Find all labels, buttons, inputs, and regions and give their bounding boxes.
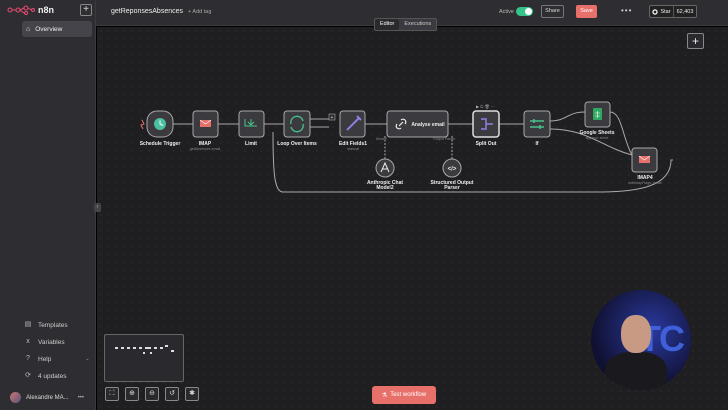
node-google-sheets[interactable]: Google Sheets append: sheet [579, 101, 615, 140]
sidebar-item-label: Help [38, 355, 52, 363]
n8n-logo-icon [7, 5, 35, 15]
node-limit[interactable]: Limit [238, 110, 265, 147]
editor-tabs: Editor Executions [374, 18, 438, 31]
svg-text:+: + [331, 115, 334, 121]
node-label: If [535, 141, 538, 147]
chevron-down-icon: ⌄ [85, 356, 90, 362]
more-icon[interactable]: ••• [78, 395, 84, 401]
minimap[interactable] [104, 334, 184, 382]
zoom-in-button[interactable]: ⊕ [125, 387, 139, 401]
minimap-preview [115, 345, 174, 354]
node-subtitle: append: sheet [586, 136, 609, 140]
node-label: Analyse email [411, 122, 445, 128]
sidebar-item-templates[interactable]: ▤ Templates [24, 321, 68, 329]
lightning-icon [140, 119, 145, 130]
node-schedule-trigger[interactable]: Schedule Trigger [140, 110, 181, 147]
github-icon [652, 8, 659, 15]
active-toggle[interactable] [516, 7, 533, 16]
svg-text:▶ ⏻ 🗑 ⋯: ▶ ⏻ 🗑 ⋯ [476, 104, 495, 109]
node-structured-output-parser[interactable]: </> Structured Output Parser [430, 158, 474, 191]
reset-zoom-button[interactable]: ↺ [165, 387, 179, 401]
logo-text: n8n [38, 5, 55, 15]
node-if[interactable]: If [523, 110, 551, 147]
help-icon: ? [26, 355, 30, 362]
tidy-up-button[interactable]: ✱ [185, 387, 199, 401]
node-label: Parser [444, 185, 460, 191]
workflow-name[interactable]: getReponsesAbsences [111, 8, 183, 15]
user-menu[interactable]: Alexandre MA... ••• [10, 392, 84, 403]
sidebar-item-label: Overview [35, 25, 63, 33]
zoom-out-button[interactable]: ⊖ [145, 387, 159, 401]
sidebar: n8n + ⌂ Overview ▤ Templates x Variables… [0, 0, 96, 410]
workflow-graph: Model* Output Parser Schedule Trigger IM… [140, 101, 673, 193]
node-subtitle: manual [347, 147, 359, 151]
node-loop-over-items[interactable]: Loop Over Items + [277, 110, 336, 147]
tab-editor[interactable]: Editor [375, 19, 400, 30]
sidebar-item-overview[interactable]: ⌂ Overview [22, 21, 92, 37]
variables-icon: x [26, 338, 30, 345]
sidebar-item-updates[interactable]: ⟳ 4 updates [24, 372, 67, 380]
node-split-out[interactable]: Split Out ▶ ⏻ 🗑 ⋯ [472, 104, 500, 147]
node-label: Model2 [376, 185, 393, 191]
connection [549, 111, 586, 122]
node-subtitle: editImapFlags: email [628, 181, 661, 185]
home-icon: ⌂ [26, 25, 31, 33]
svg-text:</>: </> [448, 167, 457, 173]
webcam-overlay: TC [591, 290, 691, 390]
presenter-body [605, 352, 667, 390]
sidebar-item-label: Variables [38, 338, 65, 346]
node-imap[interactable]: IMAP getAbsences email [190, 110, 221, 151]
parser-port-label: Output Parser [433, 137, 456, 141]
node-anthropic-chat-model[interactable]: Anthropic Chat Model2 [367, 158, 403, 191]
flask-icon: ⚗ [381, 392, 388, 399]
node-subtitle: getAbsences email [190, 147, 221, 151]
node-label: Loop Over Items [277, 141, 317, 147]
sidebar-item-label: Templates [38, 321, 68, 329]
templates-icon: ▤ [24, 321, 32, 328]
avatar [10, 392, 21, 403]
user-name: Alexandre MA... [26, 394, 69, 401]
save-button[interactable]: Save [576, 5, 597, 18]
node-label: Split Out [476, 141, 497, 147]
node-label: Schedule Trigger [140, 141, 181, 147]
model-port-label: Model* [376, 137, 388, 141]
star-label: Star [660, 8, 671, 15]
active-label: Active [499, 9, 514, 15]
presenter-head [621, 315, 651, 353]
node-label: Limit [245, 141, 257, 147]
n8n-logo[interactable]: n8n [7, 5, 54, 15]
add-tag-link[interactable]: + Add tag [188, 9, 211, 15]
zoom-controls: ⛶ ⊕ ⊖ ↺ ✱ [105, 387, 199, 401]
fit-view-button[interactable]: ⛶ [105, 387, 119, 401]
node-edit-fields[interactable]: Edit Fields1 manual [339, 110, 367, 151]
node-analyse-email[interactable]: Analyse email [386, 110, 449, 138]
more-options-icon[interactable]: ••• [621, 6, 632, 15]
test-workflow-label: Test workflow [390, 392, 427, 398]
test-workflow-button[interactable]: ⚗ Test workflow [372, 386, 436, 404]
sidebar-item-label: 4 updates [38, 372, 67, 380]
updates-icon: ⟳ [25, 372, 31, 379]
add-workflow-button[interactable]: + [80, 4, 92, 16]
sidebar-item-help[interactable]: ? Help ⌄ [24, 355, 90, 363]
tab-executions[interactable]: Executions [399, 19, 436, 30]
sidebar-item-variables[interactable]: x Variables [24, 338, 65, 346]
node-imap4[interactable]: IMAP4 editImapFlags: email [628, 147, 662, 185]
share-button[interactable]: Share [541, 5, 564, 18]
star-count: 62,403 [676, 8, 694, 15]
github-star-button[interactable]: Star 62,403 [649, 5, 697, 18]
